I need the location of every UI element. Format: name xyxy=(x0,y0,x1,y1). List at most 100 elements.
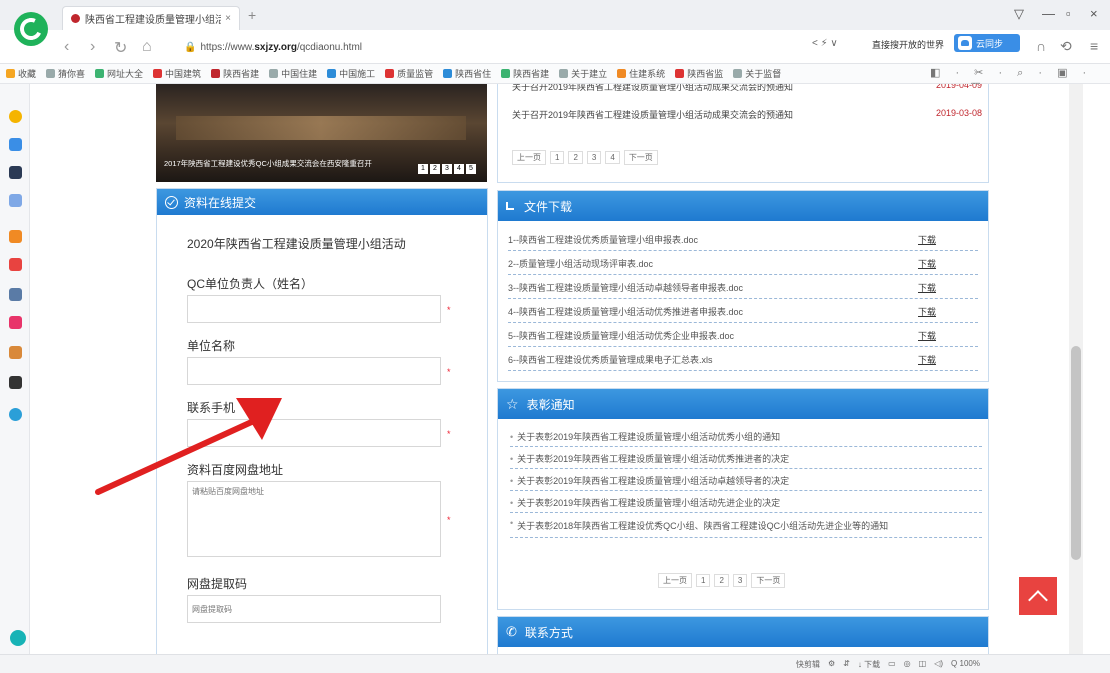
pager-page[interactable]: 2 xyxy=(714,574,729,587)
window-menu-icon[interactable]: ▽ xyxy=(1014,6,1024,22)
slide-page-4[interactable]: 4 xyxy=(454,164,464,174)
phone-input[interactable] xyxy=(187,419,441,447)
download-link[interactable]: 下载 xyxy=(918,281,978,294)
maximize-button[interactable]: ▫ xyxy=(1066,6,1071,21)
app-icon[interactable] xyxy=(9,166,22,179)
bookmark-item[interactable]: 陕西省建 xyxy=(211,67,259,80)
url-field[interactable]: 🔒 https://www. sxjzy.org /qcdiaonu.html xyxy=(176,36,801,58)
slide-page-5[interactable]: 5 xyxy=(466,164,476,174)
file-name[interactable]: 5--陕西省工程建设质量管理小组活动优秀企业申报表.doc xyxy=(508,329,918,342)
pager-next[interactable]: 下一页 xyxy=(623,150,658,165)
bookmark-item[interactable]: 中国建筑 xyxy=(153,67,201,80)
bookmark-item[interactable]: 住建系统 xyxy=(617,67,665,80)
zoom-level[interactable]: Q 100% xyxy=(951,659,980,670)
sound-icon[interactable]: ◁) xyxy=(934,659,943,670)
leader-name-input[interactable] xyxy=(187,295,441,323)
slide-page-1[interactable]: 1 xyxy=(418,164,428,174)
bookmark-item[interactable]: 陕西省建 xyxy=(501,67,549,80)
video-icon[interactable] xyxy=(9,316,22,329)
file-name[interactable]: 6--陕西省工程建设优秀质量管理成果电子汇总表.xls xyxy=(508,353,918,366)
share-icon[interactable] xyxy=(9,408,22,421)
bookmark-item[interactable]: 陕西省住 xyxy=(443,67,491,80)
pager-page[interactable]: 2 xyxy=(568,151,583,164)
video-clip-button[interactable]: 快剪辑 xyxy=(796,659,820,670)
settings-icon[interactable]: ⚙ xyxy=(828,659,835,670)
bookmark-item[interactable]: 中国住建 xyxy=(269,67,317,80)
download-link[interactable]: 下载 xyxy=(918,233,978,246)
home-icon[interactable]: ⌂ xyxy=(142,38,152,56)
file-name[interactable]: 1--陕西省工程建设优秀质量管理小组申报表.doc xyxy=(508,233,918,246)
slide-page-3[interactable]: 3 xyxy=(442,164,452,174)
company-name-input[interactable] xyxy=(187,357,441,385)
search-box[interactable]: 直接搜开放的世界 xyxy=(872,38,944,51)
tool-icon[interactable] xyxy=(9,376,22,389)
file-name[interactable]: 2--质量管理小组活动现场评审表.doc xyxy=(508,257,918,270)
cloud-sync-button[interactable]: 云同步 xyxy=(954,34,1020,52)
browser-tab[interactable]: 陕西省工程建设质量管理小组活动 × xyxy=(62,6,240,30)
download-link[interactable]: 下载 xyxy=(918,257,978,270)
refresh-icon[interactable]: ↻ xyxy=(114,38,127,58)
forward-arrow-icon[interactable]: › xyxy=(90,38,95,56)
file-download-panel: 文件下载 1--陕西省工程建设优秀质量管理小组申报表.doc 下载 2--质量管理… xyxy=(497,190,989,382)
news-slider[interactable]: 2017年陕西省工程建设优秀QC小组成果交流会在西安隆重召开 1 2 3 4 5 xyxy=(156,84,487,182)
award-row[interactable]: • 关于表彰2019年陕西省工程建设质量管理小组活动优秀小组的通知 xyxy=(510,427,982,447)
document-icon[interactable] xyxy=(9,138,22,151)
screenshot-icon[interactable]: ▭ xyxy=(888,659,896,670)
page-scrollbar-thumb[interactable] xyxy=(1071,346,1081,560)
pager-page[interactable]: 3 xyxy=(586,151,602,164)
award-row[interactable]: • 关于表彰2019年陕西省工程建设质量管理小组活动卓越领导者的决定 xyxy=(510,471,982,491)
minimize-button[interactable]: — xyxy=(1042,6,1055,21)
download-link[interactable]: 下载 xyxy=(918,305,978,318)
web-page: 2017年陕西省工程建设优秀QC小组成果交流会在西安隆重召开 1 2 3 4 5… xyxy=(31,84,1091,654)
speed-icon[interactable]: ⇵ xyxy=(843,659,850,670)
pager-prev[interactable]: 上一页 xyxy=(512,150,546,165)
pager-page[interactable]: 4 xyxy=(605,151,620,164)
file-name[interactable]: 3--陕西省工程建设质量管理小组活动卓越领导者申报表.doc xyxy=(508,281,918,294)
download-button[interactable]: ↓ 下载 xyxy=(858,659,880,670)
pager-prev[interactable]: 上一页 xyxy=(658,573,692,588)
bookmark-item[interactable]: 陕西省监 xyxy=(675,67,723,80)
back-arrow-icon[interactable]: ‹ xyxy=(64,38,69,56)
netdisk-url-textarea[interactable] xyxy=(187,481,441,557)
notes-icon[interactable] xyxy=(9,194,22,207)
image-icon[interactable] xyxy=(9,288,22,301)
bookmark-item[interactable]: 猜你喜 xyxy=(46,67,85,80)
target-icon[interactable]: ◎ xyxy=(904,659,911,670)
close-window-button[interactable]: × xyxy=(1090,6,1098,21)
bookmark-item[interactable]: 中国施工 xyxy=(327,67,375,80)
undo-icon[interactable]: ∩ xyxy=(1036,38,1046,54)
game-icon[interactable] xyxy=(9,230,22,243)
bookmark-item[interactable]: 网址大全 xyxy=(95,67,143,80)
notice-row[interactable]: 关于召开2019年陕西省工程建设质量管理小组活动成果交流会的预通知 2019-0… xyxy=(512,84,982,93)
redo-icon[interactable]: ⟲ xyxy=(1060,38,1072,55)
file-name[interactable]: 4--陕西省工程建设质量管理小组活动优秀推进者申报表.doc xyxy=(508,305,918,318)
pager-page[interactable]: 1 xyxy=(696,574,711,587)
pager-next[interactable]: 下一页 xyxy=(751,573,786,588)
bookmark-item[interactable]: 收藏 xyxy=(6,67,36,80)
award-row[interactable]: • 关于表彰2019年陕西省工程建设质量管理小组活动优秀推进者的决定 xyxy=(510,449,982,469)
extract-code-input[interactable] xyxy=(187,595,441,623)
notice-row[interactable]: 关于召开2019年陕西省工程建设质量管理小组活动成果交流会的预通知 2019-0… xyxy=(512,108,982,121)
address-actions[interactable]: < ⚡ ∨ xyxy=(812,38,838,49)
new-tab-button[interactable]: + xyxy=(248,7,256,23)
pager-page[interactable]: 3 xyxy=(732,574,748,587)
news-icon[interactable] xyxy=(9,258,22,271)
bookmark-item[interactable]: 关于建立 xyxy=(559,67,607,80)
menu-icon[interactable]: ≡ xyxy=(1090,38,1098,54)
award-row[interactable]: • 关于表彰2018年陕西省工程建设优秀QC小组、陕西省工程建设QC小组活动先进企… xyxy=(510,515,982,538)
notice-pager: 上一页 1 2 3 4 下一页 xyxy=(512,150,658,165)
download-link[interactable]: 下载 xyxy=(918,329,978,342)
bookmark-item[interactable]: 关于监督 xyxy=(733,67,781,80)
bookmark-item[interactable]: 质量监管 xyxy=(385,67,433,80)
back-to-top-button[interactable] xyxy=(1019,577,1057,615)
slide-page-2[interactable]: 2 xyxy=(430,164,440,174)
award-row[interactable]: • 关于表彰2019年陕西省工程建设质量管理小组活动先进企业的决定 xyxy=(510,493,982,513)
browser-logo-icon[interactable] xyxy=(14,12,48,46)
pager-page[interactable]: 1 xyxy=(550,151,565,164)
star-icon[interactable] xyxy=(9,110,22,123)
window-icon[interactable]: ◫ xyxy=(919,659,927,670)
sidebar-add-icon[interactable] xyxy=(10,630,26,646)
tab-close-icon[interactable]: × xyxy=(225,13,231,24)
shop-icon[interactable] xyxy=(9,346,22,359)
download-link[interactable]: 下载 xyxy=(918,353,978,366)
